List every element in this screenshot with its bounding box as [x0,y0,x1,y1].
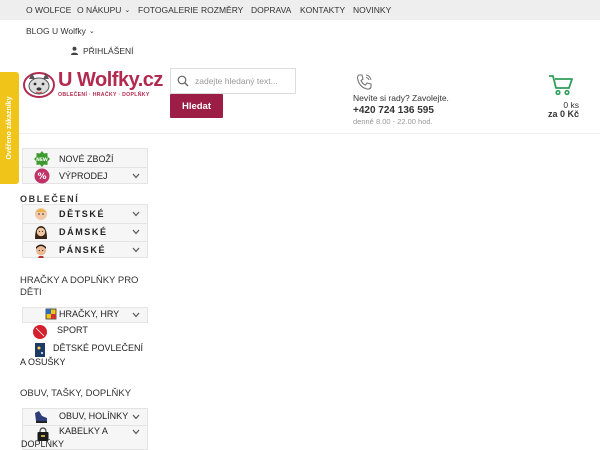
logo-tagline: OBLEČENÍ · HRAČKY · DOPLŇKY [58,92,150,98]
menu-item-label-line2: DOPLŇKY [21,439,65,449]
svg-text:%: % [37,172,46,182]
menu-item-label: PÁNSKÉ [59,245,107,255]
menu-item-hracky-hry[interactable]: HRAČKY, HRY [23,308,147,322]
nav-item-novinky[interactable]: NOVINKY [353,5,391,15]
section-heading-hracky-line2: DĚTI [20,287,42,298]
new-badge-icon: NEW [34,151,50,167]
chevron-down-icon: ⌄ [124,7,131,14]
bedding-icon [35,343,45,357]
search-icon [177,75,189,87]
shoe-icon [35,411,47,423]
chevron-down-icon[interactable] [132,312,140,318]
menu-item-sport[interactable]: SPORT [57,325,88,335]
contact-question: Nevíte si rady? Zavolejte. [353,93,449,103]
nav-item-o-wolfce[interactable]: O WOLFCE [26,5,71,15]
header-divider [0,133,600,134]
blog-label: BLOG U Wolfky [26,26,86,36]
logo-name: U Wolfky.cz [58,69,163,91]
menu-item-vyprodej[interactable]: % VÝPRODEJ [23,168,147,184]
child-face-icon [35,208,47,220]
menu-item-detske-povleceni-line1[interactable]: DĚTSKÉ POVLEČENÍ [53,343,143,353]
wolf-dog-logo-icon [23,72,55,98]
contact-phone-number[interactable]: +420 724 136 595 [353,105,434,116]
menu-item-detske-povleceni-line2[interactable]: A OSUŠKY [20,357,66,367]
chevron-down-icon: ⌄ [88,28,95,35]
search-box [170,68,296,94]
menu-obleceni-box: DĚTSKÉ DÁMSKÉ PÁNSKÉ [22,204,148,258]
menu-item-obuv-holinky[interactable]: OBUV, HOLÍNKY [23,409,147,425]
cart-total[interactable]: za 0 Kč [548,109,579,119]
search-button[interactable]: Hledat [170,94,223,118]
verified-badge-label: Ověřeno zákazníky [6,96,13,160]
nav-item-kontakty[interactable]: KONTAKTY [300,5,345,15]
menu-item-nove-zbozi[interactable]: NEW NOVÉ ZBOŽÍ [23,151,147,167]
menu-top-box: NEW NOVÉ ZBOŽÍ % VÝPRODEJ [22,148,148,184]
nav-item-label: O NÁKUPU [77,5,122,15]
verified-customers-badge[interactable]: Ověřeno zákazníky [0,72,19,184]
blog-link[interactable]: BLOG U Wolfky ⌄ [26,26,95,36]
menu-item-damske[interactable]: DÁMSKÉ [23,224,147,241]
menu-item-label: DÁMSKÉ [59,227,108,237]
nav-item-fotogalerie[interactable]: FOTOGALERIE [138,5,198,15]
cart-icon[interactable] [548,74,574,96]
sale-percent-icon: % [34,168,50,184]
chevron-down-icon[interactable] [132,173,140,179]
section-heading-obuv: OBUV, TAŠKY, DOPLŇKY [20,388,132,399]
toy-icon [45,308,57,320]
menu-item-detske[interactable]: DĚTSKÉ [23,206,147,223]
chevron-down-icon[interactable] [132,229,140,235]
chevron-down-icon[interactable] [132,247,140,253]
site-logo[interactable]: U Wolfky.cz OBLEČENÍ · HRAČKY · DOPLŇKY [22,68,163,104]
login-label: PŘIHLÁŠENÍ [83,46,134,56]
section-heading-hracky-line1: HRAČKY A DOPLŇKY PRO [20,275,139,286]
menu-item-label: KABELKY A [59,426,108,436]
top-navigation: O WOLFCE O NÁKUPU ⌄ FOTOGALERIE ROZMĚRY D… [0,0,600,20]
section-heading-obleceni: OBLEČENÍ [20,194,80,204]
menu-item-label: OBUV, HOLÍNKY [59,411,129,421]
woman-face-icon [35,226,47,239]
svg-text:NEW: NEW [36,157,48,163]
menu-item-kabelky[interactable]: KABELKY A DOPLŇKY [21,426,147,450]
user-icon [70,46,79,55]
menu-obuv-box: OBUV, HOLÍNKY KABELKY A DOPLŇKY [21,408,148,450]
menu-hracky-box: HRAČKY, HRY [22,307,148,323]
nav-item-doprava[interactable]: DOPRAVA [251,5,291,15]
nav-item-o-nakupu[interactable]: O NÁKUPU ⌄ [77,5,130,15]
man-face-icon [36,244,46,258]
nav-item-rozmery[interactable]: ROZMĚRY [201,5,243,15]
chevron-down-icon[interactable] [132,211,140,217]
menu-item-label: VÝPRODEJ [59,171,108,181]
phone-icon [356,74,372,90]
search-input[interactable] [195,72,293,90]
contact-hours: denně 8.00 - 22.00 hod. [353,117,433,126]
menu-item-label: HRAČKY, HRY [59,309,120,319]
menu-item-label: NOVÉ ZBOŽÍ [59,154,114,164]
menu-item-panske[interactable]: PÁNSKÉ [23,242,147,258]
ball-icon [33,325,47,339]
chevron-down-icon[interactable] [132,414,140,420]
chevron-down-icon[interactable] [132,429,140,435]
menu-item-label: DĚTSKÉ [59,209,106,219]
login-link[interactable]: PŘIHLÁŠENÍ [70,46,134,56]
